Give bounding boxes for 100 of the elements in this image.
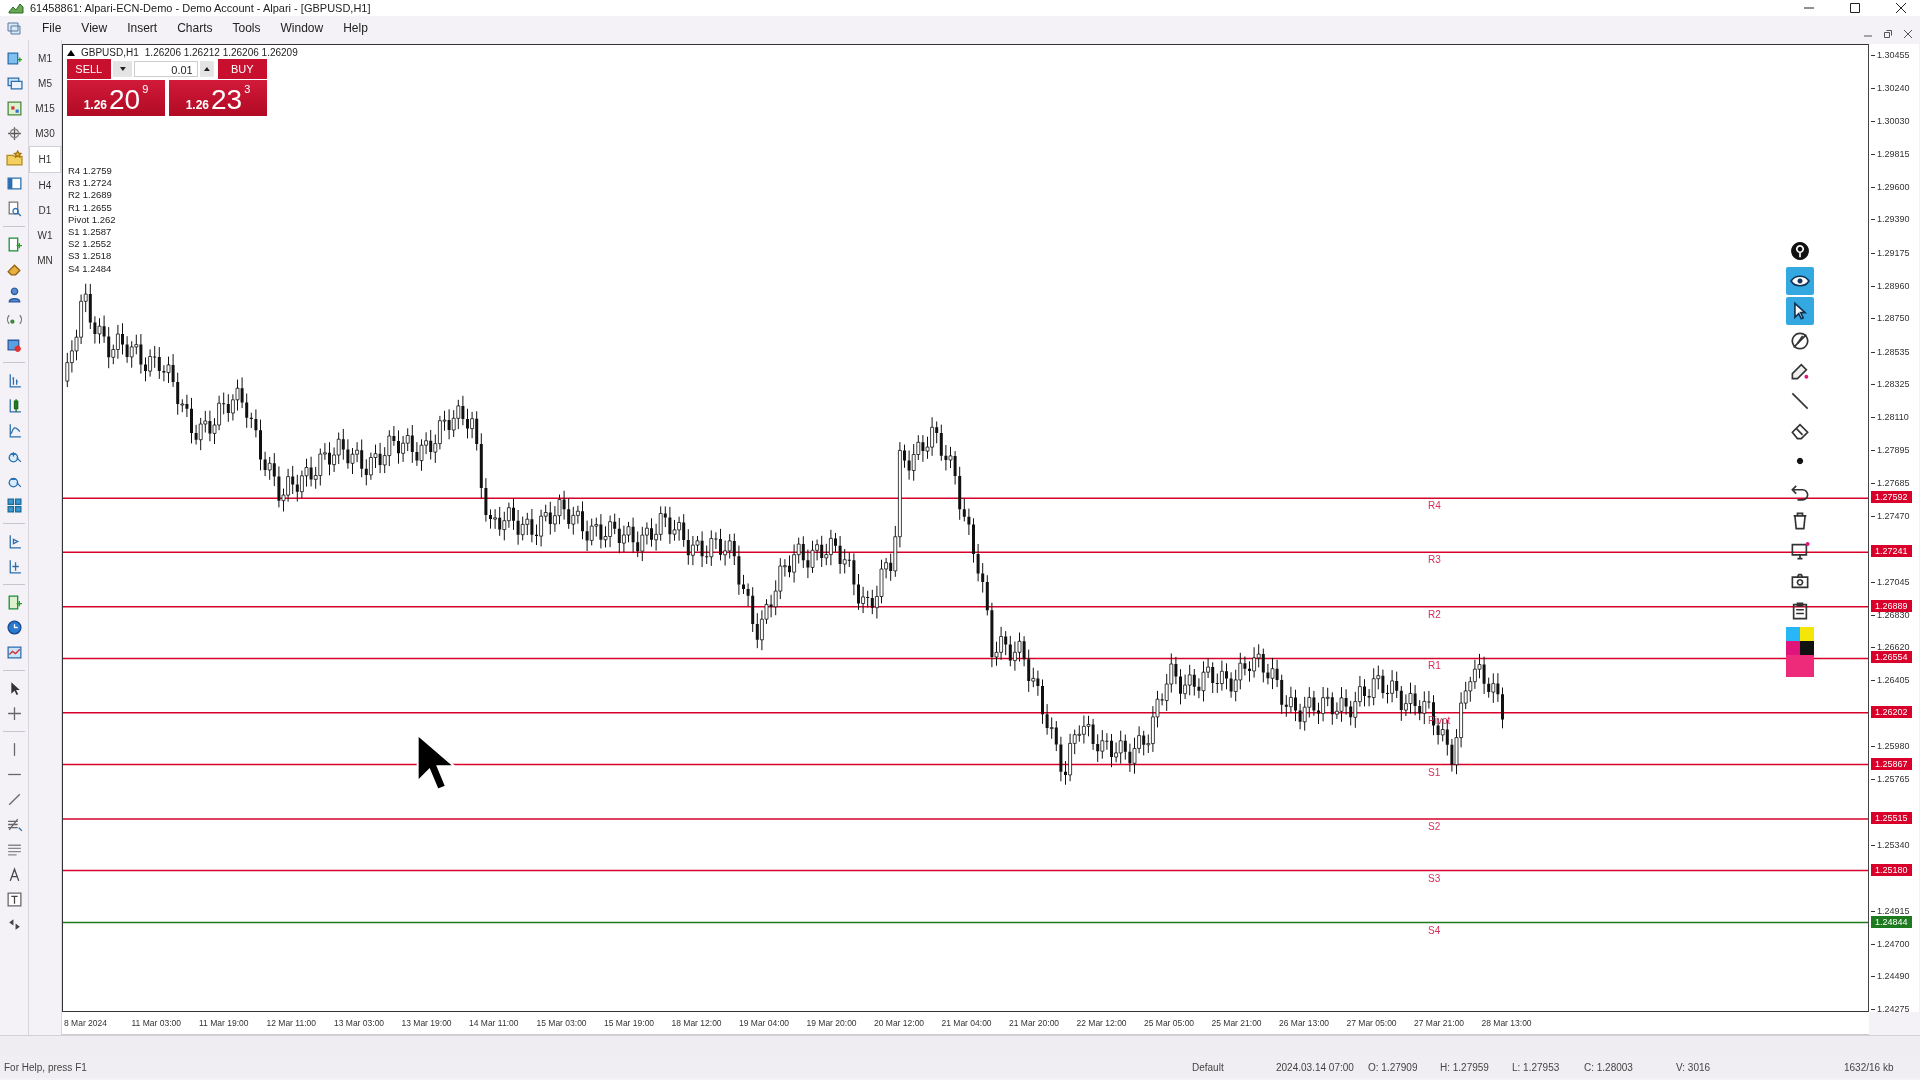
time-tick: 11 Mar 03:00: [131, 1018, 182, 1028]
text-label-icon[interactable]: [5, 891, 23, 908]
level-label: S1: [1428, 766, 1441, 778]
crosshair-icon[interactable]: [5, 705, 23, 722]
timeframe-button[interactable]: M1: [29, 46, 61, 71]
menu-item[interactable]: Help: [333, 19, 378, 37]
new-chart-icon[interactable]: [5, 50, 23, 67]
pivot-level-text: R1 1.2655: [68, 201, 113, 214]
timeframe-button[interactable]: M5: [29, 71, 61, 96]
eraser-icon[interactable]: [5, 261, 23, 278]
open-price: O: 1.27909: [1367, 1061, 1419, 1073]
low-price: L: 1.27953: [1511, 1061, 1561, 1073]
price-tag: 1.25515: [1871, 811, 1912, 824]
time-tick: 27 Mar 21:00: [1414, 1018, 1466, 1028]
price-tick: 1.30455: [1871, 49, 1910, 61]
price-tag: 1.27592: [1871, 491, 1912, 504]
close-price: C: 1.28003: [1583, 1061, 1634, 1073]
pivot-level-text: S3 1.2518: [68, 250, 113, 263]
time-tick: 8 Mar 2024: [64, 1018, 108, 1028]
time-tick: 15 Mar 03:00: [536, 1018, 588, 1028]
time-tick: 22 Mar 12:00: [1076, 1018, 1128, 1028]
pivot-level-text: S4 1.2484: [68, 262, 113, 275]
crosshair-target-icon[interactable]: [5, 125, 23, 142]
price-tag: 1.27241: [1871, 545, 1912, 558]
time-tick: 27 Mar 05:00: [1346, 1018, 1398, 1028]
close-icon[interactable]: [1896, 3, 1906, 13]
timeframe-button[interactable]: W1: [29, 223, 61, 248]
window-title: 61458861: Alpari-ECN-Demo - Demo Account - Alpari - [GBPUSD,H1]: [30, 2, 371, 14]
app-icon: [8, 2, 24, 14]
menu-item[interactable]: Charts: [167, 19, 223, 37]
time-tick: 25 Mar 05:00: [1144, 1018, 1196, 1028]
ohlc-values: 1.26206 1.26212 1.26206 1.26209: [144, 47, 298, 58]
sell-button[interactable]: SELL: [67, 59, 111, 79]
eye-icon[interactable]: [1786, 267, 1814, 295]
level-label: R3: [1428, 554, 1441, 566]
menu-item[interactable]: File: [32, 19, 72, 37]
time-tick: 19 Mar 20:00: [806, 1018, 858, 1028]
menu-item[interactable]: Insert: [117, 19, 168, 37]
restore-icon[interactable]: [1884, 30, 1892, 38]
cursor-icon[interactable]: [1786, 297, 1814, 325]
tile-windows-icon[interactable]: [5, 497, 23, 514]
traffic-text: 1632/16 kb: [1843, 1061, 1895, 1073]
time-tick: 13 Mar 03:00: [334, 1018, 386, 1028]
level-label: R1: [1428, 660, 1441, 672]
price-tag: 1.25180: [1871, 863, 1912, 876]
maximize-icon[interactable]: [1850, 3, 1860, 13]
time-tick: 28 Mar 13:00: [1481, 1018, 1533, 1028]
fibonacci-icon[interactable]: [5, 816, 23, 833]
windows-icon[interactable]: [5, 75, 23, 92]
time-tick: 13 Mar 19:00: [401, 1018, 453, 1028]
price-tag: 1.26202: [1871, 705, 1912, 718]
lot-increase-icon[interactable]: [199, 61, 214, 77]
timeframe-button[interactable]: M30: [29, 121, 61, 146]
high-price: H: 1.27959: [1439, 1061, 1490, 1073]
time-tick: 18 Mar 12:00: [671, 1018, 723, 1028]
template-icon[interactable]: [5, 644, 23, 661]
bar-datetime: 2024.03.14 07:00: [1275, 1061, 1355, 1073]
pivot-level-text: R4 1.2759: [68, 165, 113, 178]
lot-field[interactable]: 0.01: [134, 61, 198, 77]
timeframe-button[interactable]: MN: [29, 248, 61, 273]
menu-item[interactable]: Window: [270, 19, 334, 37]
time-tick: 20 Mar 12:00: [874, 1018, 926, 1028]
collapse-icon[interactable]: [67, 49, 75, 56]
buy-button[interactable]: BUY: [217, 59, 267, 79]
pivot-level-text: Pivot 1.262: [68, 213, 116, 226]
timeframe-button[interactable]: H4: [29, 173, 61, 198]
volume-value: V: 3016: [1675, 1061, 1712, 1073]
chart-window-icon[interactable]: [6, 20, 22, 36]
level-label: S2: [1428, 820, 1441, 832]
menu-item[interactable]: View: [71, 19, 118, 37]
menu-item[interactable]: Tools: [222, 19, 271, 37]
chart-colors-icon[interactable]: [5, 100, 23, 117]
time-tick: 19 Mar 04:00: [739, 1018, 791, 1028]
timeframe-button[interactable]: H1: [29, 146, 61, 173]
time-tick: 25 Mar 21:00: [1211, 1018, 1263, 1028]
timeframe-button[interactable]: M15: [29, 96, 61, 121]
folder-star-icon[interactable]: [5, 150, 23, 167]
time-tick: 11 Mar 19:00: [199, 1018, 250, 1028]
time-tick: 26 Mar 13:00: [1279, 1018, 1331, 1028]
level-label: R4: [1428, 500, 1441, 512]
close-icon[interactable]: [1904, 30, 1912, 38]
level-label: S3: [1428, 872, 1441, 884]
window-panel-icon[interactable]: [5, 175, 23, 192]
pivot-level-text: R2 1.2689: [68, 189, 113, 202]
price-tag: 1.26554: [1871, 651, 1912, 664]
time-tick: 12 Mar 11:00: [266, 1018, 317, 1028]
pivot-level-text: S1 1.2587: [68, 226, 113, 239]
color-palette-icon[interactable]: [1786, 627, 1814, 677]
price-tag: 1.26889: [1871, 599, 1912, 612]
pivot-level-text: S2 1.2552: [68, 238, 113, 251]
clock-icon[interactable]: [5, 619, 23, 636]
time-tick: 14 Mar 11:00: [469, 1018, 520, 1028]
time-tick: 21 Mar 20:00: [1009, 1018, 1061, 1028]
profile-name: Default: [1191, 1061, 1225, 1073]
lot-decrease-icon[interactable]: [112, 61, 133, 77]
help-text: For Help, press F1: [3, 1061, 88, 1073]
time-tick: 21 Mar 04:00: [941, 1018, 993, 1028]
symbol-label: GBPUSD,H1: [81, 47, 139, 58]
level-label: R2: [1428, 608, 1441, 620]
timeframe-button[interactable]: D1: [29, 198, 61, 223]
